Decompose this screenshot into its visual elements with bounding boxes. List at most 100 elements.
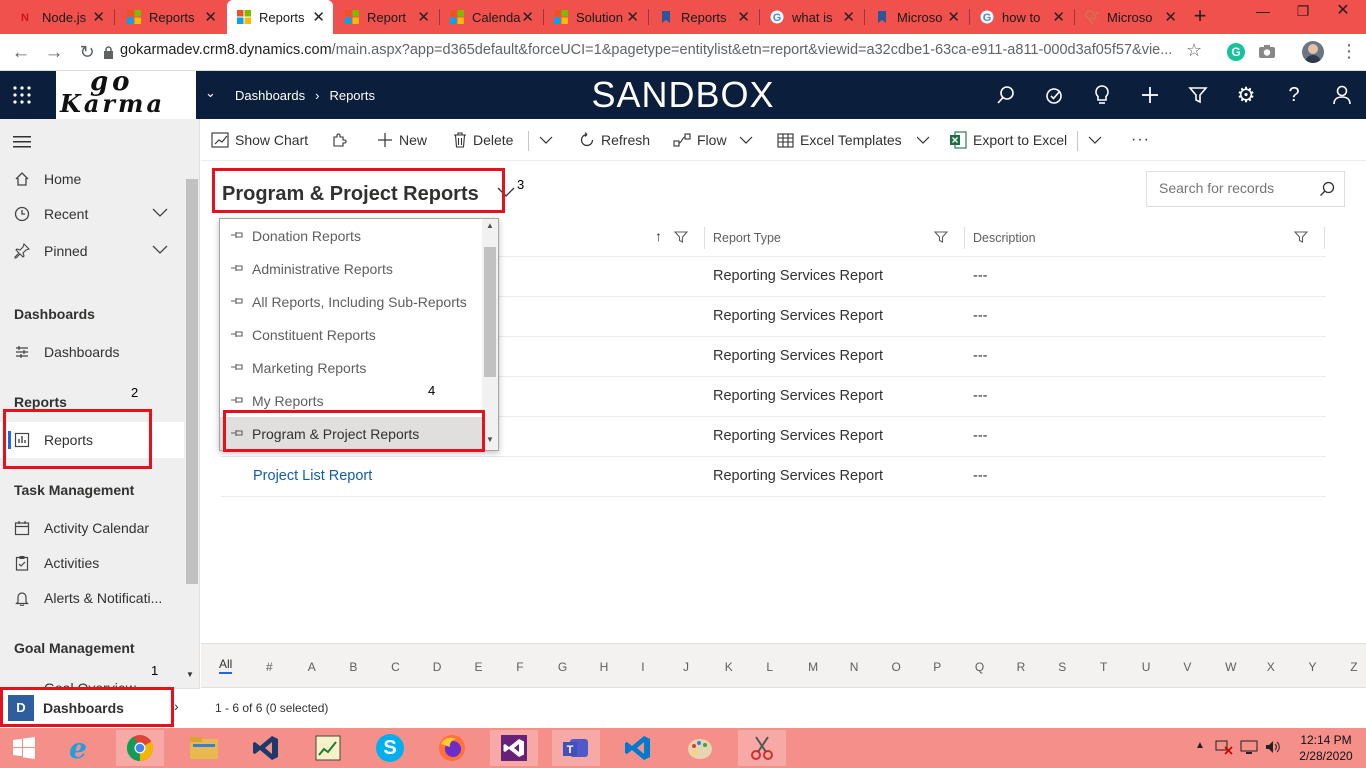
more-commands-chevron-icon[interactable]: [539, 119, 553, 161]
firefox-icon[interactable]: [428, 730, 476, 766]
table-row[interactable]: Project List Report Reporting Services Re…: [221, 457, 1326, 497]
close-tab-icon[interactable]: ✕: [521, 8, 534, 26]
minimize-window-button[interactable]: —: [1243, 0, 1283, 24]
filter-icon[interactable]: [1174, 71, 1222, 119]
settings-gear-icon[interactable]: ⚙: [1222, 71, 1270, 119]
sidebar-item-alerts[interactable]: Alerts & Notificati...: [0, 580, 184, 616]
close-tab-icon[interactable]: ✕: [417, 8, 430, 26]
windows-start-icon[interactable]: [0, 730, 48, 766]
pin-icon[interactable]: [230, 328, 244, 342]
network-icon[interactable]: [1215, 739, 1233, 760]
browser-tab[interactable]: Gwhat is ✕: [760, 0, 863, 34]
alpha-filter-a[interactable]: A: [308, 660, 316, 674]
refresh-button[interactable]: Refresh: [579, 119, 650, 161]
show-hidden-icons-icon[interactable]: ▲: [1195, 740, 1205, 751]
alpha-filter-i[interactable]: I: [641, 660, 644, 674]
browser-tab[interactable]: Reports ✕: [649, 0, 758, 34]
alpha-filter-r[interactable]: R: [1017, 660, 1026, 674]
alpha-filter-n[interactable]: N: [850, 660, 859, 674]
sidebar-item-goal-overview[interactable]: Goal Overview: [0, 668, 184, 688]
alpha-filter-p[interactable]: P: [933, 660, 941, 674]
show-chart-button[interactable]: Show Chart: [211, 119, 308, 161]
vscode-icon[interactable]: [614, 730, 662, 766]
browser-tab[interactable]: Ghow to ✕: [970, 0, 1073, 34]
close-tab-icon[interactable]: ✕: [312, 8, 325, 26]
alpha-filter-all[interactable]: All: [219, 657, 233, 674]
filter-icon[interactable]: [673, 231, 689, 249]
hamburger-menu-icon[interactable]: [13, 135, 31, 153]
forward-button[interactable]: →: [41, 34, 67, 71]
sort-ascending-icon[interactable]: ↑: [655, 228, 662, 244]
alpha-filter-y[interactable]: Y: [1309, 660, 1317, 674]
search-box[interactable]: [1146, 171, 1345, 207]
pin-icon[interactable]: [230, 229, 244, 243]
search-icon[interactable]: [982, 71, 1030, 119]
browser-tab[interactable]: N Node.js ✕: [10, 0, 113, 34]
close-tab-icon[interactable]: ✕: [204, 8, 217, 26]
alpha-filter-z[interactable]: Z: [1350, 660, 1357, 674]
alpha-filter-v[interactable]: V: [1183, 660, 1191, 674]
column-divider[interactable]: [704, 227, 705, 249]
alpha-filter-q[interactable]: Q: [975, 660, 984, 674]
pin-icon[interactable]: [230, 295, 244, 309]
sidebar-item-activity-calendar[interactable]: Activity Calendar: [0, 510, 184, 546]
report-name-link[interactable]: Project List Report: [253, 468, 372, 484]
new-button[interactable]: New: [377, 119, 427, 161]
close-window-button[interactable]: ✕: [1323, 0, 1363, 24]
alpha-filter-d[interactable]: D: [433, 660, 442, 674]
clock-time[interactable]: 12:14 PM: [1290, 733, 1362, 747]
alpha-filter-o[interactable]: O: [892, 660, 901, 674]
more-commands-button[interactable]: ···: [1131, 119, 1150, 161]
export-excel-button[interactable]: Export to Excel: [949, 119, 1067, 161]
dropdown-scroll-down-icon[interactable]: ▼: [486, 435, 494, 444]
filter-icon[interactable]: [1293, 231, 1309, 249]
alpha-filter-e[interactable]: E: [475, 660, 483, 674]
alpha-filter-hash[interactable]: #: [266, 660, 273, 674]
close-tab-icon[interactable]: ✕: [1052, 8, 1065, 26]
alpha-filter-f[interactable]: F: [516, 660, 523, 674]
browser-tab[interactable]: Reports ✕: [227, 0, 333, 34]
close-tab-icon[interactable]: ✕: [947, 8, 960, 26]
alpha-filter-u[interactable]: U: [1142, 660, 1151, 674]
alpha-filter-s[interactable]: S: [1058, 660, 1066, 674]
close-tab-icon[interactable]: ✕: [626, 8, 639, 26]
view-option[interactable]: Administrative Reports: [220, 252, 482, 285]
sidebar-item-pinned[interactable]: Pinned: [0, 233, 184, 269]
puzzle-button[interactable]: [331, 119, 353, 161]
help-icon[interactable]: ?: [1270, 71, 1318, 119]
task-check-icon[interactable]: [1030, 71, 1078, 119]
alpha-filter-l[interactable]: L: [766, 660, 773, 674]
search-icon[interactable]: [1319, 181, 1335, 202]
alpha-filter-c[interactable]: C: [391, 660, 400, 674]
snipping-tool-icon[interactable]: [738, 730, 786, 766]
pin-icon[interactable]: [230, 361, 244, 375]
visual-studio-purple-icon[interactable]: [490, 730, 538, 766]
user-icon[interactable]: [1318, 71, 1366, 119]
browser-tab[interactable]: Reports ✕: [117, 0, 225, 34]
plus-icon[interactable]: [1126, 71, 1174, 119]
close-tab-icon[interactable]: ✕: [92, 8, 105, 26]
paint-icon[interactable]: [676, 730, 724, 766]
chevron-down-icon[interactable]: [152, 205, 168, 221]
dropdown-scroll-up-icon[interactable]: ▲: [486, 221, 494, 230]
camera-extension-icon[interactable]: [1258, 44, 1276, 64]
view-option[interactable]: Constituent Reports: [220, 318, 482, 351]
delete-button[interactable]: Delete: [453, 119, 513, 161]
excel-templates-button[interactable]: Excel Templates: [777, 119, 930, 161]
sidebar-item-recent[interactable]: Recent: [0, 196, 184, 232]
sidebar-scrollbar[interactable]: [186, 179, 198, 584]
alpha-filter-m[interactable]: M: [808, 660, 818, 674]
display-icon[interactable]: [1240, 739, 1258, 760]
scroll-down-arrow-icon[interactable]: ▼: [186, 670, 194, 679]
browser-tab[interactable]: Calenda ✕: [440, 0, 542, 34]
sidebar-item-activities[interactable]: Activities: [0, 545, 184, 581]
search-input[interactable]: [1159, 180, 1309, 196]
browser-tab[interactable]: Report ✕: [335, 0, 438, 34]
browser-tab[interactable]: Solution ✕: [544, 0, 647, 34]
export-options-chevron-icon[interactable]: [1088, 119, 1102, 161]
visual-studio-icon[interactable]: [242, 730, 290, 766]
column-divider[interactable]: [964, 227, 965, 249]
teams-icon[interactable]: T: [552, 730, 600, 766]
sidebar-item-dashboards[interactable]: Dashboards: [0, 334, 184, 370]
view-option[interactable]: Marketing Reports: [220, 351, 482, 384]
